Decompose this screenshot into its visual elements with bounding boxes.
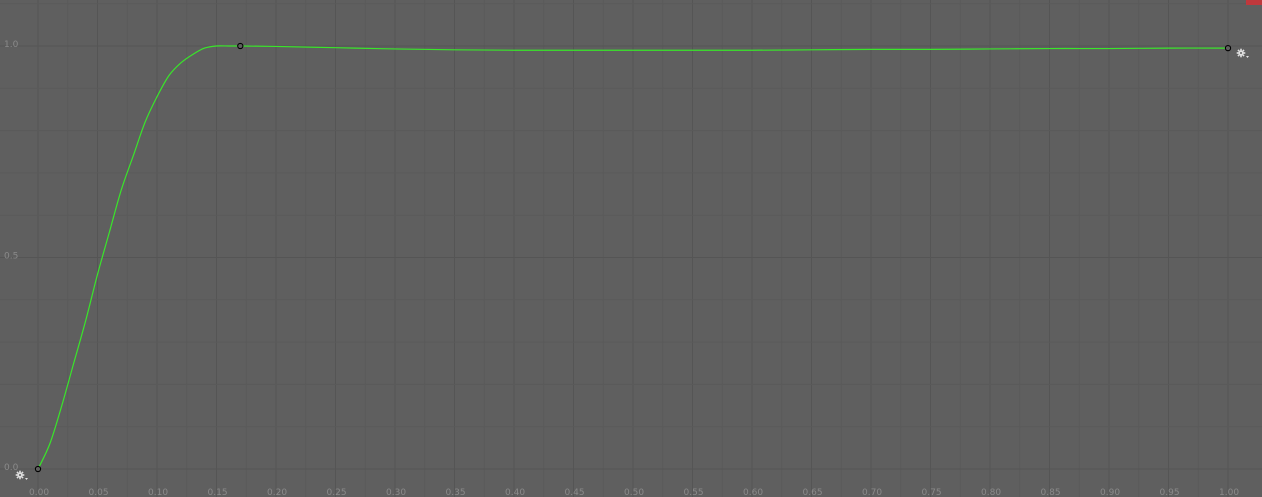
curve-plot[interactable]: 0.00 0.05 0.10 0.15 0.20 0.25 0.30 0.35 0.40 0.45… xyxy=(0,0,1262,497)
keyframe-point[interactable] xyxy=(1224,44,1232,52)
y-tick-label: 0.0 xyxy=(4,463,19,473)
x-tick-label: 0.30 xyxy=(386,488,406,497)
gear-tooth xyxy=(1237,49,1240,52)
dropdown-arrow-icon xyxy=(1246,56,1249,58)
x-tick-label: 0.35 xyxy=(446,488,466,497)
corner-accent xyxy=(1246,0,1262,5)
x-tick-label: 0.60 xyxy=(743,488,763,497)
keyframe-point[interactable] xyxy=(34,465,42,473)
x-tick-label: 0.05 xyxy=(89,488,109,497)
x-tick-label: 0.65 xyxy=(803,488,823,497)
gear-tooth xyxy=(1242,49,1245,52)
x-tick-label: 0.90 xyxy=(1100,488,1120,497)
x-tick-label: 0.00 xyxy=(29,488,49,497)
x-tick-label: 0.40 xyxy=(505,488,525,497)
gear-hole xyxy=(1240,52,1242,54)
y-tick-label: 1.0 xyxy=(4,40,19,50)
x-tick-label: 0.20 xyxy=(267,488,287,497)
gear-tooth xyxy=(21,471,24,474)
keyframe-point[interactable] xyxy=(237,42,244,50)
x-tick-label: 0.10 xyxy=(148,488,168,497)
gear-tooth xyxy=(16,471,19,474)
x-tick-label: 0.45 xyxy=(565,488,585,497)
gear-menu-icon[interactable] xyxy=(15,470,28,480)
x-tick-label: 0.80 xyxy=(981,488,1001,497)
gear-menu-icon[interactable] xyxy=(1236,48,1249,58)
x-tick-label: 0.95 xyxy=(1160,488,1180,497)
dropdown-arrow-icon xyxy=(25,478,28,480)
x-tick-label: 0.75 xyxy=(922,488,942,497)
x-tick-label: 0.50 xyxy=(624,488,644,497)
curve-editor[interactable]: 0.00 0.05 0.10 0.15 0.20 0.25 0.30 0.35 0.40 0.45… xyxy=(0,0,1262,497)
x-tick-label: 1.00 xyxy=(1219,488,1239,497)
gear-tooth xyxy=(1237,54,1240,57)
grid-lines xyxy=(0,0,1262,497)
x-tick-label: 0.55 xyxy=(684,488,704,497)
x-tick-label: 0.25 xyxy=(327,488,347,497)
x-tick-label: 0.85 xyxy=(1041,488,1061,497)
axis-labels: 0.00 0.05 0.10 0.15 0.20 0.25 0.30 0.35 0.40 0.45… xyxy=(4,40,1239,497)
gear-tooth xyxy=(1242,54,1245,57)
gear-tooth xyxy=(16,476,19,479)
gear-tooth xyxy=(21,476,24,479)
x-tick-label: 0.70 xyxy=(862,488,882,497)
x-tick-label: 0.15 xyxy=(208,488,228,497)
gear-hole xyxy=(19,474,21,476)
y-tick-label: 0.5 xyxy=(4,252,18,262)
